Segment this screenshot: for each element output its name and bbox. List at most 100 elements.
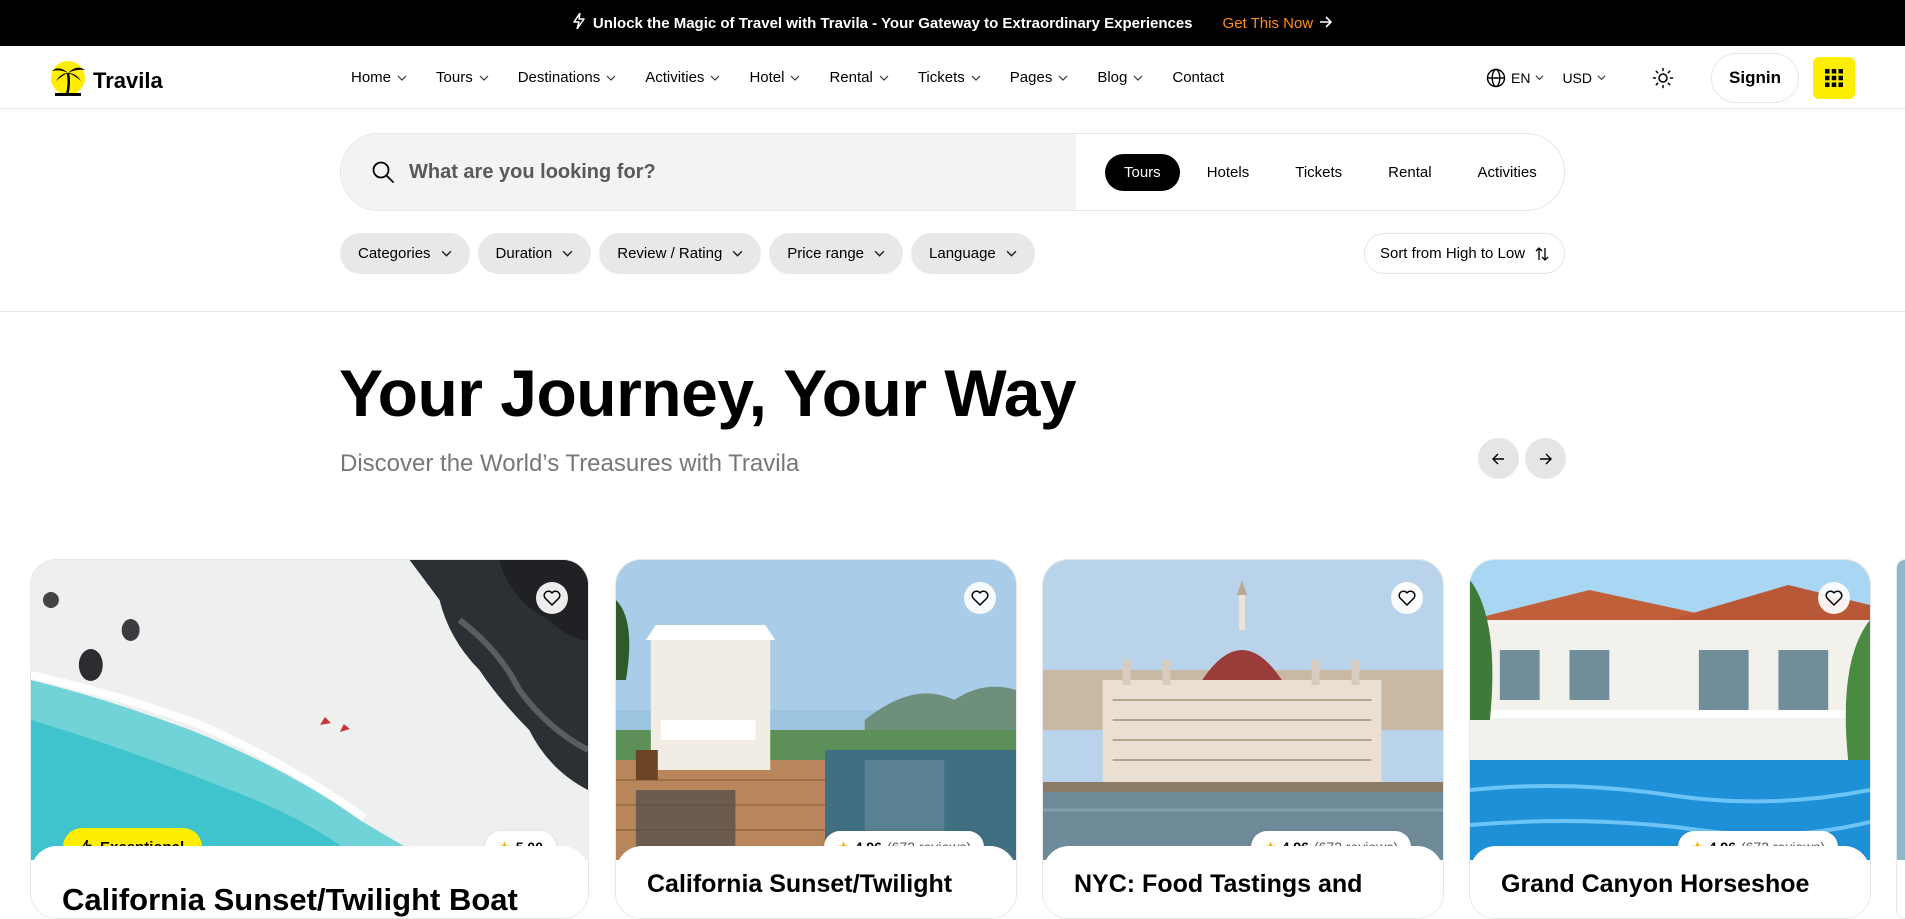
globe-icon xyxy=(1486,68,1506,87)
favorite-button[interactable] xyxy=(964,582,996,614)
filter-price-range[interactable]: Price range xyxy=(769,233,904,274)
tour-card[interactable]: 4.96 (672 reviews) California Sunset/Twi… xyxy=(615,559,1017,919)
announcement-bar: Unlock the Magic of Travel with Travila … xyxy=(0,0,1905,46)
search-section: Tours Hotels Tickets Rental Activities C… xyxy=(0,110,1905,312)
chevron-down-icon xyxy=(1597,75,1606,81)
carousel-next-button[interactable] xyxy=(1525,438,1566,479)
nav-pages[interactable]: Pages xyxy=(1010,69,1069,86)
chevron-down-icon xyxy=(1535,75,1544,81)
nav-activities[interactable]: Activities xyxy=(645,69,720,86)
filter-label: Language xyxy=(929,245,996,262)
filter-label: Duration xyxy=(495,245,553,262)
site-header: Travila Home Tours Destinations Activiti… xyxy=(0,46,1905,109)
chevron-down-icon xyxy=(879,75,889,81)
filter-duration[interactable]: Duration xyxy=(477,233,592,274)
filter-review-rating[interactable]: Review / Rating xyxy=(599,233,762,274)
chevron-down-icon xyxy=(479,75,489,81)
currency-value: USD xyxy=(1562,69,1592,86)
tour-image-parliament xyxy=(1043,560,1443,860)
tour-card[interactable]: 4.96 (672 reviews) NYC: Food Tastings an… xyxy=(1042,559,1444,919)
search-input[interactable] xyxy=(409,160,1009,184)
nav-label: Tours xyxy=(436,69,473,86)
main-nav: Home Tours Destinations Activities Hotel… xyxy=(351,46,1253,109)
search-tabs: Tours Hotels Tickets Rental Activities xyxy=(1076,134,1564,210)
tab-tickets[interactable]: Tickets xyxy=(1276,154,1361,191)
search-icon xyxy=(372,161,394,183)
chevron-down-icon xyxy=(711,75,720,81)
page-subtitle: Discover the World’s Treasures with Trav… xyxy=(340,450,800,477)
tab-hotels[interactable]: Hotels xyxy=(1188,154,1269,191)
chevron-down-icon xyxy=(606,75,616,81)
heart-icon xyxy=(1398,590,1416,606)
nav-tickets[interactable]: Tickets xyxy=(918,69,981,86)
filter-categories[interactable]: Categories xyxy=(340,233,470,274)
signin-button[interactable]: Signin xyxy=(1711,52,1799,103)
tour-card[interactable]: Exceptional 5.00 California Sunset/Twili… xyxy=(30,559,589,919)
tour-card[interactable]: 4.96 (672 reviews) Grand Canyon Horsesho… xyxy=(1469,559,1871,919)
tab-activities[interactable]: Activities xyxy=(1459,154,1556,191)
nav-hotel[interactable]: Hotel xyxy=(749,69,800,86)
nav-label: Hotel xyxy=(749,69,785,86)
card-title: California Sunset/Twilight Boat xyxy=(62,882,518,917)
chevron-down-icon xyxy=(732,250,743,257)
tour-image-villa xyxy=(1470,560,1870,860)
tab-rental[interactable]: Rental xyxy=(1369,154,1450,191)
palm-tree-logo-icon xyxy=(49,59,87,102)
nav-label: Tickets xyxy=(917,69,965,86)
currency-selector[interactable]: USD xyxy=(1562,70,1606,86)
heart-icon xyxy=(971,590,989,606)
favorite-button[interactable] xyxy=(1391,582,1423,614)
nav-label: Contact xyxy=(1172,69,1225,86)
nav-tours[interactable]: Tours xyxy=(436,69,489,86)
heart-icon xyxy=(1825,590,1843,606)
carousel-prev-button[interactable] xyxy=(1478,438,1519,479)
nav-destinations[interactable]: Destinations xyxy=(518,69,617,86)
favorite-button[interactable] xyxy=(536,582,568,614)
card-body: California Sunset/Twilight xyxy=(616,846,1016,918)
nav-blog[interactable]: Blog xyxy=(1097,69,1143,86)
nav-label: Blog xyxy=(1097,69,1128,86)
card-title: NYC: Food Tastings and xyxy=(1074,870,1363,898)
header-actions: EN USD Signin xyxy=(1486,52,1855,103)
favorite-button[interactable] xyxy=(1818,582,1850,614)
sun-icon xyxy=(1652,67,1674,88)
page-title: Your Journey, Your Way xyxy=(339,356,1077,430)
language-selector[interactable]: EN xyxy=(1486,68,1544,88)
card-title: Grand Canyon Horseshoe xyxy=(1501,870,1810,898)
nav-label: Pages xyxy=(1009,69,1053,86)
cta-text: Get This Now xyxy=(1222,14,1314,32)
filter-language[interactable]: Language xyxy=(911,233,1035,274)
sort-button[interactable]: Sort from High to Low xyxy=(1364,233,1565,274)
filter-bar: Categories Duration Review / Rating Pric… xyxy=(340,233,1035,274)
chevron-down-icon xyxy=(397,75,407,81)
chevron-down-icon xyxy=(1133,75,1143,81)
chevron-down-icon xyxy=(791,75,800,81)
announcement: Unlock the Magic of Travel with Travila … xyxy=(573,12,1193,33)
card-body: NYC: Food Tastings and xyxy=(1043,846,1443,918)
tab-tours[interactable]: Tours xyxy=(1105,153,1180,191)
nav-label: Destinations xyxy=(517,69,601,86)
theme-toggle[interactable] xyxy=(1651,66,1675,90)
search-box: Tours Hotels Tickets Rental Activities xyxy=(340,133,1565,211)
grid-icon xyxy=(1825,68,1843,87)
filter-label: Review / Rating xyxy=(617,245,723,262)
sort-arrows-icon xyxy=(1535,246,1549,261)
chevron-down-icon xyxy=(562,250,573,257)
nav-rental[interactable]: Rental xyxy=(829,69,889,86)
filter-label: Categories xyxy=(358,245,431,262)
arrow-right-icon xyxy=(1319,15,1333,32)
nav-contact[interactable]: Contact xyxy=(1172,69,1224,86)
nav-label: Home xyxy=(351,69,392,86)
chevron-down-icon xyxy=(441,250,451,257)
apps-menu-button[interactable] xyxy=(1813,56,1855,99)
logo[interactable]: Travila xyxy=(49,59,163,102)
tour-image-rooftop xyxy=(616,560,1016,860)
tour-image-beach xyxy=(31,560,588,860)
lightning-icon xyxy=(573,12,585,33)
nav-home[interactable]: Home xyxy=(351,69,407,86)
tour-image-peek xyxy=(1897,560,1905,860)
card-body: California Sunset/Twilight Boat xyxy=(31,846,588,918)
search-input-wrap xyxy=(341,134,1076,210)
announcement-text: Unlock the Magic of Travel with Travila … xyxy=(592,14,1193,32)
get-this-now-link[interactable]: Get This Now xyxy=(1223,15,1333,32)
